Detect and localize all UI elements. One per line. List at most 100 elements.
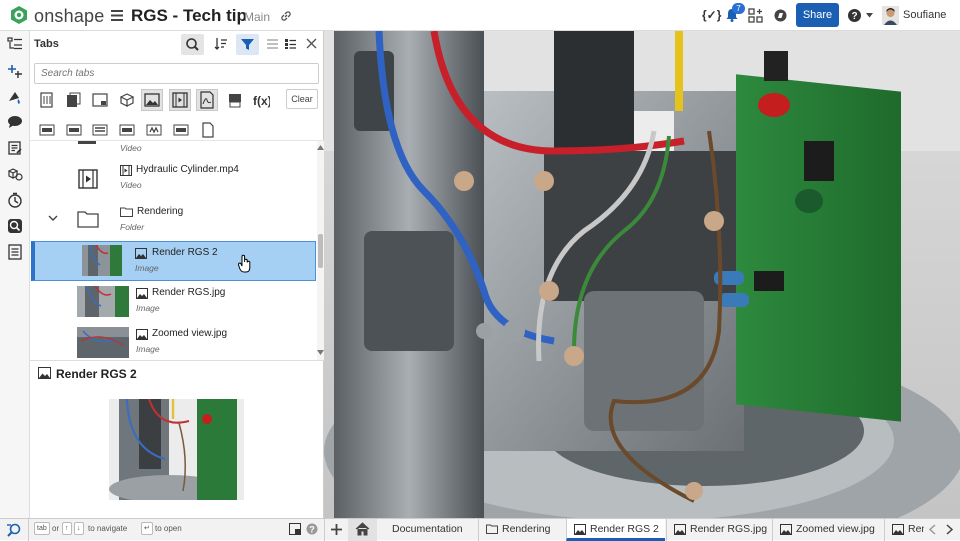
menu-icon[interactable] — [111, 10, 123, 21]
history-icon[interactable] — [7, 192, 23, 208]
list-item-name: Rendering — [137, 206, 184, 217]
search-tabs-bottom-icon[interactable] — [6, 522, 22, 537]
list-item[interactable]: Rendering Folder — [30, 200, 316, 240]
divider — [28, 519, 29, 541]
tab-rendering[interactable]: Rendering — [478, 519, 560, 541]
video-small-icon — [120, 165, 132, 176]
list-item-type: Folder — [120, 222, 145, 232]
part-filter-icon[interactable] — [119, 92, 135, 108]
enter-key: ↵ — [141, 522, 153, 535]
layout-icon[interactable] — [289, 523, 301, 535]
list-item-selected[interactable]: Render RGS 2 Image — [31, 241, 316, 281]
tab-zoomed-view[interactable]: Zoomed view.jpg — [772, 519, 882, 541]
preview-image — [109, 399, 244, 500]
tab-key: tab — [34, 522, 50, 535]
appearance-icon[interactable] — [7, 89, 23, 105]
notification-badge: 7 — [732, 3, 745, 14]
step-filter-icon[interactable] — [66, 122, 82, 138]
curly-braces-icon[interactable]: {✓} — [702, 8, 721, 22]
link-icon[interactable] — [280, 10, 292, 22]
app-store-icon[interactable] — [748, 8, 763, 23]
user-name[interactable]: Soufiane — [903, 9, 946, 21]
svg-text:f(x): f(x) — [253, 94, 270, 108]
tab-render-rgs-2[interactable]: Render RGS 2 — [566, 519, 665, 541]
list-icon[interactable] — [7, 244, 23, 260]
help-small-icon[interactable]: ? — [306, 523, 318, 535]
image-icon — [574, 523, 586, 535]
scroll-down-icon[interactable] — [317, 350, 324, 355]
folder-large-icon — [77, 210, 99, 228]
featurescript-filter-icon[interactable]: f(x) — [252, 92, 270, 108]
learning-center-icon[interactable] — [773, 8, 788, 23]
search-tabs-icon[interactable] — [7, 218, 23, 234]
render-image-viewport[interactable] — [324, 31, 960, 518]
list-item-type: Video — [120, 143, 142, 153]
list-item-name: Zoomed view.jpg — [152, 328, 228, 339]
image-icon — [892, 523, 904, 535]
chevron-down-icon[interactable] — [48, 215, 58, 222]
tab-label: Render RGS.jpg — [690, 523, 768, 535]
detail-view-icon[interactable] — [284, 38, 297, 50]
list-item[interactable]: Hydraulic Cylinder.mp4 Video — [30, 159, 316, 199]
hint-or: or — [52, 524, 60, 533]
svg-text:?: ? — [851, 11, 857, 22]
avatar[interactable] — [882, 6, 899, 25]
clear-button[interactable]: Clear — [286, 89, 318, 109]
list-item[interactable]: Render RGS.jpg Image — [30, 282, 316, 322]
sw-filter-icon[interactable] — [146, 122, 162, 138]
list-scrollbar[interactable] — [317, 141, 324, 360]
tab-documentation[interactable]: Documentation — [392, 519, 463, 541]
help-chevron-down-icon[interactable] — [866, 13, 873, 18]
home-tab[interactable] — [348, 519, 377, 541]
add-tab-icon[interactable] — [330, 523, 343, 536]
pdf-filter-icon[interactable] — [196, 89, 218, 111]
insert-icon[interactable] — [7, 63, 23, 79]
share-button[interactable]: Share — [796, 3, 839, 27]
scroll-up-icon[interactable] — [317, 145, 324, 150]
tab-render-rgs-jpg[interactable]: Render RGS.jpg — [666, 519, 770, 541]
partstudio-filter-icon[interactable] — [66, 92, 82, 108]
sort-icon[interactable] — [214, 37, 228, 51]
help-icon[interactable]: ? — [847, 8, 862, 23]
tab-render-partial[interactable]: Ren — [884, 519, 924, 541]
hint-navigate: to navigate — [88, 524, 128, 533]
search-input-wrap — [34, 63, 319, 84]
stl-filter-icon[interactable] — [39, 122, 55, 138]
document-title[interactable]: RGS - Tech tip — [131, 6, 247, 26]
tabs-scroll-right-icon[interactable] — [946, 524, 954, 535]
bottom-bar: tab or ↑ ↓ to navigate ↵ to open ? Docum… — [0, 518, 960, 541]
table-filter-icon[interactable] — [227, 92, 243, 108]
drawing-filter-icon[interactable] — [92, 92, 108, 108]
image-filter-icon[interactable] — [141, 89, 163, 111]
parts-icon[interactable] — [7, 166, 23, 182]
scroll-thumb[interactable] — [318, 234, 323, 268]
tab-label: Documentation — [392, 523, 463, 535]
cad-filter-icon[interactable] — [92, 122, 108, 138]
video-large-icon — [78, 169, 98, 189]
tabs-scroll-left-icon[interactable] — [928, 524, 936, 535]
compact-view-icon[interactable] — [266, 38, 279, 50]
list-item-type: Image — [135, 263, 159, 273]
excel-filter-icon[interactable] — [119, 122, 135, 138]
list-item-type: Image — [136, 303, 160, 313]
branch-label[interactable]: Main — [244, 10, 270, 24]
comments-icon[interactable] — [7, 115, 23, 129]
tab-label: Ren — [908, 523, 924, 535]
close-icon[interactable] — [306, 38, 317, 49]
search-icon[interactable] — [181, 34, 204, 55]
filter-icon[interactable] — [236, 34, 259, 55]
search-input[interactable] — [35, 64, 318, 83]
assembly-filter-icon[interactable] — [39, 92, 55, 108]
left-toolbar — [0, 31, 30, 518]
file-filter-icon[interactable] — [200, 122, 216, 138]
list-item[interactable]: Zoomed view.jpg Image — [30, 323, 316, 360]
divider — [324, 519, 325, 541]
feature-list-icon[interactable] — [7, 37, 23, 51]
code-filter-icon[interactable] — [173, 122, 189, 138]
divider — [30, 360, 324, 361]
panel-title: Tabs — [34, 38, 59, 50]
onshape-logo-icon[interactable] — [9, 5, 29, 25]
video-filter-icon[interactable] — [169, 89, 191, 111]
notes-icon[interactable] — [7, 140, 23, 156]
thumbnail-image — [77, 286, 129, 317]
